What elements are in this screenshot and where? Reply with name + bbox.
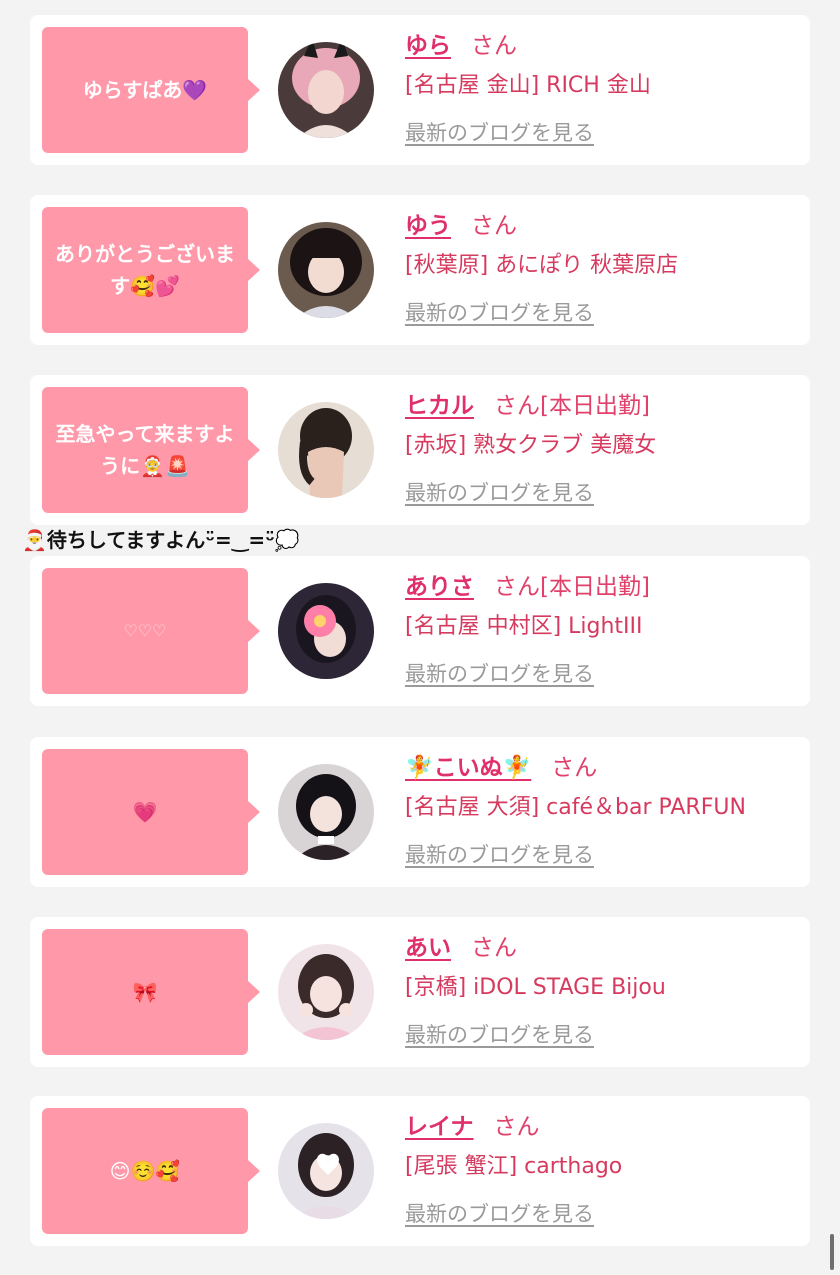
name-link[interactable]: 🧚こいぬ🧚 bbox=[405, 755, 531, 781]
name-link[interactable]: ゆら bbox=[405, 33, 451, 59]
shop-name[interactable]: [赤坂] 熟女クラブ 美魔女 bbox=[405, 431, 800, 461]
avatar[interactable] bbox=[278, 402, 374, 498]
avatar[interactable] bbox=[278, 1123, 374, 1219]
name-row: ゆう さん bbox=[405, 209, 800, 243]
message-bubble: ゆらすぱあ💜 bbox=[42, 27, 260, 153]
honorific: さん bbox=[494, 574, 540, 600]
blog-card-list: ゆらすぱあ💜 ゆら さん [名古屋 金山] RICH 金山 最新のブログを見る あ… bbox=[0, 0, 840, 1275]
name-row: あい さん bbox=[405, 931, 800, 965]
honorific: さん bbox=[471, 935, 517, 961]
message-bubble: 😊☺️🥰 bbox=[42, 1108, 260, 1234]
message-bubble: ありがとうございます🥰💕 bbox=[42, 207, 260, 333]
message-text: ♡♡♡ bbox=[123, 621, 167, 640]
name-link[interactable]: レイナ bbox=[405, 1114, 474, 1140]
latest-blog-link[interactable]: 最新のブログを見る bbox=[405, 839, 594, 869]
name-row: 🧚こいぬ🧚 さん bbox=[405, 751, 800, 785]
name-link[interactable]: ヒカル bbox=[405, 393, 474, 419]
message-bubble: 🎀 bbox=[42, 929, 260, 1055]
name-row: ゆら さん bbox=[405, 29, 800, 63]
shop-name[interactable]: [名古屋 金山] RICH 金山 bbox=[405, 71, 800, 101]
item-info: ありさ さん[本日出勤] [名古屋 中村区] LightIII 最新のブログを見る bbox=[405, 570, 800, 688]
item-info: 🧚こいぬ🧚 さん [名古屋 大須] café＆bar PARFUN 最新のブログを… bbox=[405, 751, 800, 869]
message-bubble: 至急やって来ますように🤶🚨 bbox=[42, 387, 260, 513]
status-text: [本日出勤] bbox=[540, 393, 650, 419]
latest-blog-link[interactable]: 最新のブログを見る bbox=[405, 1019, 594, 1049]
item-info: レイナ さん [尾張 蟹江] carthago 最新のブログを見る bbox=[405, 1110, 800, 1228]
honorific: さん bbox=[471, 33, 517, 59]
list-item: ♡♡♡ ありさ さん[本日出勤] [名古屋 中村区] LightIII 最新のブロ… bbox=[30, 556, 810, 706]
avatar[interactable] bbox=[278, 764, 374, 860]
honorific: さん bbox=[494, 393, 540, 419]
avatar[interactable] bbox=[278, 222, 374, 318]
latest-blog-link[interactable]: 最新のブログを見る bbox=[405, 658, 594, 688]
latest-blog-link[interactable]: 最新のブログを見る bbox=[405, 477, 594, 507]
shop-name[interactable]: [尾張 蟹江] carthago bbox=[405, 1152, 800, 1182]
latest-blog-link[interactable]: 最新のブログを見る bbox=[405, 297, 594, 327]
list-item: 至急やって来ますように🤶🚨 ヒカル さん[本日出勤] [赤坂] 熟女クラブ 美魔女… bbox=[30, 375, 810, 525]
avatar[interactable] bbox=[278, 42, 374, 138]
name-link[interactable]: あい bbox=[405, 935, 451, 961]
name-row: レイナ さん bbox=[405, 1110, 800, 1144]
avatar[interactable] bbox=[278, 583, 374, 679]
item-info: ゆら さん [名古屋 金山] RICH 金山 最新のブログを見る bbox=[405, 29, 800, 147]
list-item: 😊☺️🥰 レイナ さん [尾張 蟹江] carthago 最新のブログを見る bbox=[30, 1096, 810, 1246]
latest-blog-link[interactable]: 最新のブログを見る bbox=[405, 1198, 594, 1228]
item-info: ヒカル さん[本日出勤] [赤坂] 熟女クラブ 美魔女 最新のブログを見る bbox=[405, 389, 800, 507]
item-info: あい さん [京橋] iDOL STAGE Bijou 最新のブログを見る bbox=[405, 931, 800, 1049]
shop-name[interactable]: [名古屋 大須] café＆bar PARFUN bbox=[405, 793, 800, 823]
name-link[interactable]: ゆう bbox=[405, 213, 451, 239]
name-link[interactable]: ありさ bbox=[405, 574, 474, 600]
message-bubble: 💗 bbox=[42, 749, 260, 875]
shop-name[interactable]: [名古屋 中村区] LightIII bbox=[405, 612, 800, 642]
list-item: 💗 🧚こいぬ🧚 さん [名古屋 大須] café＆bar PARFUN 最新のブロ… bbox=[30, 737, 810, 887]
item-info: ゆう さん [秋葉原] あにぽり 秋葉原店 最新のブログを見る bbox=[405, 209, 800, 327]
honorific: さん bbox=[471, 213, 517, 239]
message-bubble: ♡♡♡ bbox=[42, 568, 260, 694]
list-item: 🎀 あい さん [京橋] iDOL STAGE Bijou 最新のブログを見る bbox=[30, 917, 810, 1067]
honorific: さん bbox=[493, 1114, 540, 1140]
shop-name[interactable]: [京橋] iDOL STAGE Bijou bbox=[405, 973, 800, 1003]
list-item: ありがとうございます🥰💕 ゆう さん [秋葉原] あにぽり 秋葉原店 最新のブログ… bbox=[30, 195, 810, 345]
scrollbar[interactable] bbox=[830, 1234, 834, 1270]
status-text: [本日出勤] bbox=[540, 574, 650, 600]
shop-name[interactable]: [秋葉原] あにぽり 秋葉原店 bbox=[405, 251, 800, 281]
list-item: ゆらすぱあ💜 ゆら さん [名古屋 金山] RICH 金山 最新のブログを見る bbox=[30, 15, 810, 165]
name-row: ヒカル さん[本日出勤] bbox=[405, 389, 800, 423]
overflow-message: 🎅待ちしてますよんᵕ̈=‿=ᵕ̈💭 bbox=[22, 528, 300, 552]
honorific: さん bbox=[551, 755, 598, 781]
avatar[interactable] bbox=[278, 944, 374, 1040]
name-row: ありさ さん[本日出勤] bbox=[405, 570, 800, 604]
latest-blog-link[interactable]: 最新のブログを見る bbox=[405, 117, 594, 147]
